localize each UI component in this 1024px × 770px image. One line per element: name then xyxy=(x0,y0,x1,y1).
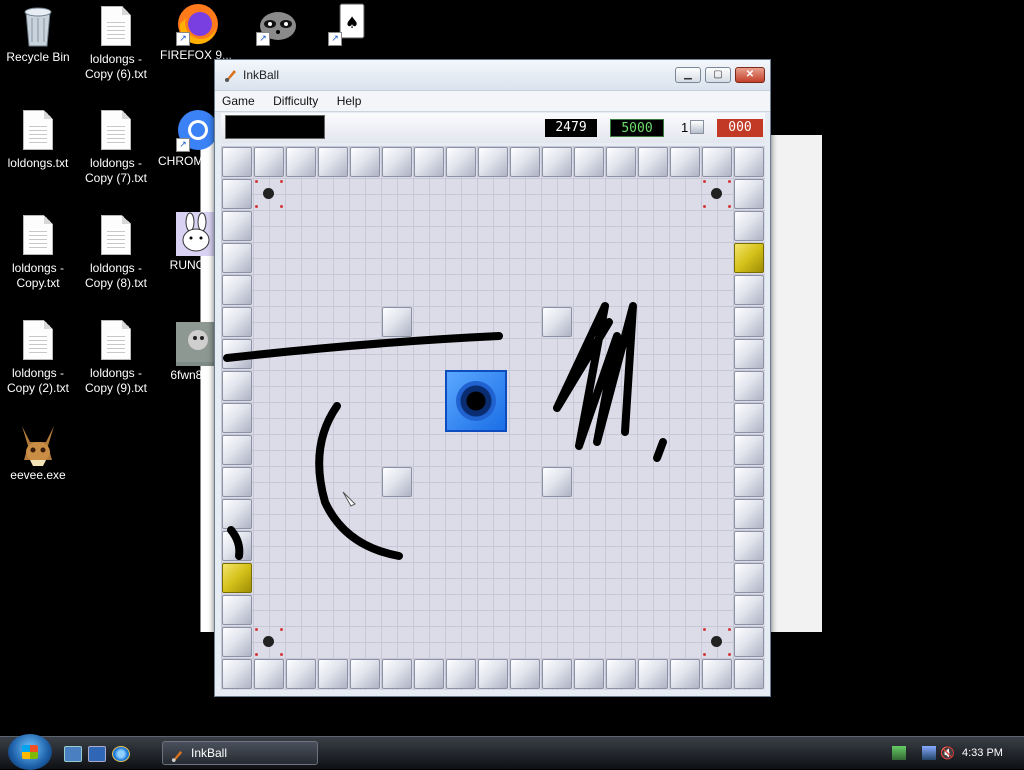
svg-text:♠: ♠ xyxy=(345,13,359,32)
desktop-icon-label: eevee.exe xyxy=(10,468,66,482)
desktop-icon-label: loldongs - Copy.txt xyxy=(11,261,65,290)
desktop-icon-file[interactable]: loldongs - Copy.txt xyxy=(0,215,76,291)
clock[interactable]: 4:33 PM xyxy=(962,747,1003,759)
text-file-icon xyxy=(18,215,58,259)
menu-game[interactable]: Game xyxy=(215,91,262,108)
desktop-icon-label: loldongs - Copy (2).txt xyxy=(6,366,69,395)
network-icon[interactable] xyxy=(892,746,906,760)
lives-tile-icon xyxy=(690,120,705,134)
raccoon-icon: ↗ xyxy=(256,2,296,46)
recycle-bin-icon xyxy=(18,4,58,48)
desktop-icon-eevee[interactable]: eevee.exe xyxy=(0,422,76,483)
text-file-icon xyxy=(96,110,136,154)
menu-help[interactable]: Help xyxy=(330,91,369,108)
desktop-icon-file[interactable]: loldongs - Copy (9).txt xyxy=(78,320,154,396)
title-bar[interactable]: InkBall ▁ ▢ ✕ xyxy=(215,60,770,91)
desktop-icon-raccoon[interactable]: ↗ xyxy=(238,2,314,48)
ink-stroke xyxy=(223,332,503,362)
desktop-icon-solitaire[interactable]: ♠ ↗ xyxy=(310,2,386,48)
switch-windows-icon[interactable] xyxy=(88,746,106,762)
status-bar: 2479 5000 1 000 xyxy=(221,113,765,143)
desktop-icon-label: loldongs - Copy (6).txt xyxy=(84,52,147,81)
volume-muted-icon[interactable]: 🔇 xyxy=(940,746,955,760)
window-title: InkBall xyxy=(243,68,280,82)
desktop-icon-label: loldongs.txt xyxy=(7,156,69,170)
windows-logo-icon xyxy=(22,745,38,759)
internet-explorer-icon[interactable] xyxy=(112,746,130,762)
shortcut-arrow-icon: ↗ xyxy=(176,138,190,152)
ink-stroke xyxy=(553,302,637,450)
lives-indicator: 1 xyxy=(681,119,705,137)
eevee-icon xyxy=(18,422,58,466)
desktop-icon-recycle-bin[interactable]: Recycle Bin xyxy=(0,4,76,65)
show-desktop-icon[interactable] xyxy=(64,746,82,762)
taskbar-button-inkball[interactable]: InkBall xyxy=(162,741,318,765)
ink-strokes xyxy=(223,302,667,560)
taskbar: InkBall 🔇 4:33 PM xyxy=(0,734,1024,770)
desktop-icon-file[interactable]: loldongs.txt xyxy=(0,110,76,171)
taskbar-button-label: InkBall xyxy=(191,746,228,760)
timer-display: 000 xyxy=(717,119,763,137)
background-image-edge xyxy=(771,135,822,632)
text-file-icon xyxy=(18,110,58,154)
mouse-cursor-icon xyxy=(342,491,356,507)
shortcut-arrow-icon: ↗ xyxy=(256,32,270,46)
desktop-icon-label: Recycle Bin xyxy=(6,50,70,64)
text-file-icon xyxy=(96,6,136,50)
desktop-icon-file[interactable]: loldongs - Copy (8).txt xyxy=(78,215,154,291)
menu-bar: Game Difficulty Help xyxy=(215,91,770,112)
minimize-button[interactable]: ▁ xyxy=(675,67,701,83)
desktop-icon-label: loldongs - Copy (8).txt xyxy=(84,261,147,290)
shortcut-arrow-icon: ↗ xyxy=(176,32,190,46)
desktop-icon-label: loldongs - Copy (9).txt xyxy=(84,366,147,395)
text-file-icon xyxy=(96,215,136,259)
ink-stroke xyxy=(227,526,244,560)
playing-card-icon: ♠ ↗ xyxy=(328,2,368,46)
close-button[interactable]: ✕ xyxy=(735,67,765,83)
inkball-app-icon xyxy=(224,68,238,82)
bunny-icon xyxy=(176,212,216,256)
desktop-icon-firefox[interactable]: ↗ FIREFOX 9... xyxy=(158,2,234,63)
desktop-icon-file[interactable]: loldongs - Copy (7).txt xyxy=(78,110,154,186)
target-score: 5000 xyxy=(610,119,664,137)
desktop-icon-file[interactable]: loldongs - Copy (6).txt xyxy=(78,6,154,82)
message-panel xyxy=(225,115,325,139)
inkball-app-icon xyxy=(171,747,184,762)
desktop-icon-label: loldongs - Copy (7).txt xyxy=(84,156,147,185)
desktop-icon-file[interactable]: loldongs - Copy (2).txt xyxy=(0,320,76,396)
menu-difficulty[interactable]: Difficulty xyxy=(266,91,325,108)
inkball-window[interactable]: InkBall ▁ ▢ ✕ Game Difficulty Help 2479 … xyxy=(214,59,771,697)
ink-stroke xyxy=(315,402,403,560)
current-score: 2479 xyxy=(545,119,597,137)
chromium-icon: ↗ xyxy=(176,108,218,152)
lives-count: 1 xyxy=(681,120,689,135)
maximize-button[interactable]: ▢ xyxy=(705,67,731,83)
text-file-icon xyxy=(18,320,58,364)
shortcut-arrow-icon: ↗ xyxy=(328,32,342,46)
ink-stroke xyxy=(653,438,667,462)
game-board[interactable] xyxy=(221,146,765,690)
display-icon[interactable] xyxy=(922,746,936,760)
system-tray: 🔇 4:33 PM xyxy=(888,739,1024,767)
firefox-icon: ↗ xyxy=(176,2,218,46)
start-button[interactable] xyxy=(8,734,52,770)
text-file-icon xyxy=(96,320,136,364)
image-file-icon xyxy=(176,322,216,366)
